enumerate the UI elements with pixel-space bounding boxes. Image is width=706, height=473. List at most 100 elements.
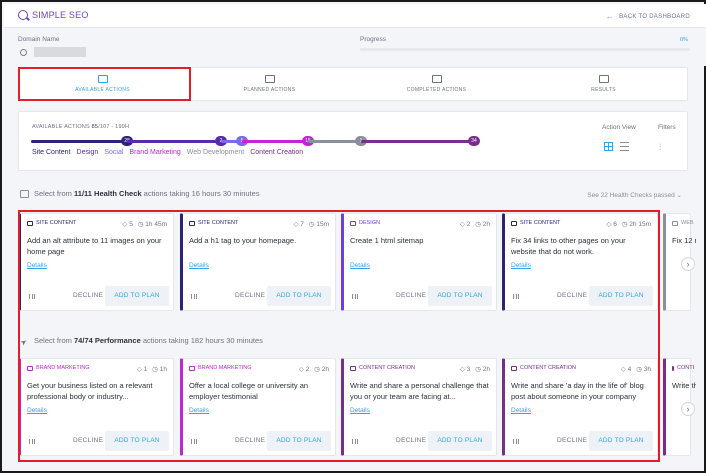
difficulty-bars-icon	[191, 439, 197, 444]
card-category-label: DESIGN	[359, 220, 381, 226]
track-count-badge: 34	[468, 136, 480, 146]
action-card[interactable]: BRAND MARKETING Get your business listed …	[18, 358, 174, 456]
card-points: ◇ 1	[136, 366, 148, 373]
details-link[interactable]: Details	[189, 407, 209, 414]
available-actions-summary: AVAILABLE ACTIONS 85/107 - 199H	[32, 124, 130, 130]
card-category: CONTENT CREATION	[511, 365, 576, 371]
action-card[interactable]: SITE CONTENT Fix 34 links to other pages …	[502, 213, 658, 311]
performance-next-arrow[interactable]: ›	[681, 402, 695, 416]
decline-button[interactable]: DECLINE	[557, 292, 587, 299]
add-to-plan-button[interactable]: ADD TO PLAN	[105, 286, 169, 306]
difficulty-bars-icon	[352, 439, 358, 444]
decline-button[interactable]: DECLINE	[235, 292, 265, 299]
category-icon	[672, 220, 678, 226]
tab-icon	[598, 75, 609, 83]
tab-planned-actions[interactable]: PLANNED ACTIONS	[186, 68, 353, 100]
card-points: ◇ 5	[122, 221, 133, 228]
action-card[interactable]: BRAND MARKETING Offer a local college or …	[180, 358, 336, 456]
action-card[interactable]: CONTENT CREATION Write and share a person…	[341, 358, 497, 456]
card-meta: ◇ 6 ◷ 2h 15m	[606, 220, 651, 228]
category-link[interactable]: Web Development	[187, 149, 244, 156]
details-link[interactable]: Details	[350, 407, 370, 414]
decline-button[interactable]: DECLINE	[235, 437, 265, 444]
card-title: Add a h1 tag to your homepage.	[189, 236, 297, 245]
card-points: ◇ 7	[293, 221, 304, 228]
category-icon	[27, 220, 33, 226]
grid-view-icon[interactable]	[604, 142, 613, 151]
card-category-label: BRAND MARKETING	[36, 365, 90, 371]
tab-icon	[264, 75, 275, 83]
card-title: Add an alt attribute to 11 images on you…	[27, 236, 162, 256]
category-link[interactable]: Social	[104, 149, 123, 156]
category-icon	[189, 220, 195, 226]
decline-button[interactable]: DECLINE	[396, 437, 426, 444]
card-category: SITE CONTENT	[511, 220, 560, 226]
decline-button[interactable]: DECLINE	[73, 292, 103, 299]
category-link[interactable]: Site Content	[32, 149, 71, 156]
track-segment	[361, 140, 474, 143]
card-points: ◇ 4	[620, 366, 632, 373]
details-link[interactable]: Details	[350, 262, 370, 269]
decline-button[interactable]: DECLINE	[396, 292, 426, 299]
add-to-plan-button[interactable]: ADD TO PLAN	[105, 431, 169, 451]
tab-available-actions[interactable]: AVAILABLE ACTIONS	[19, 68, 186, 100]
card-category-label: CONTE	[677, 365, 694, 371]
details-link[interactable]: Details	[27, 262, 47, 269]
category-link[interactable]: Content Creation	[250, 149, 303, 156]
card-category: BRAND MARKETING	[27, 365, 89, 371]
add-to-plan-button[interactable]: ADD TO PLAN	[267, 431, 331, 451]
category-legend: Site Content Design Social Brand Marketing W…	[32, 149, 303, 156]
tab-label: AVAILABLE ACTIONS	[75, 87, 130, 93]
card-title: Write the t	[672, 381, 696, 390]
card-time: ◷ 2h	[314, 366, 329, 373]
performance-heading: ➤ Select from 74/74 Performance actions …	[18, 336, 263, 348]
decline-button[interactable]: DECLINE	[73, 437, 103, 444]
details-link[interactable]: Details	[189, 262, 209, 269]
difficulty-bars-icon	[191, 294, 197, 299]
card-points: ◇ 3	[459, 366, 471, 373]
card-title: Write and share 'a day in the life of' b…	[511, 381, 644, 401]
actions-summary-panel: AVAILABLE ACTIONS 85/107 - 199H 28251513…	[18, 111, 688, 171]
action-card[interactable]: DESIGN Create 1 html sitemap ◇ 2 ◷ 2h Detail…	[341, 213, 497, 311]
list-view-icon[interactable]	[620, 142, 629, 151]
card-points: ◇ 2	[298, 366, 310, 373]
progress-label: Progress	[360, 36, 387, 43]
action-card[interactable]: SITE CONTENT Add an alt attribute to 11 i…	[18, 213, 174, 311]
card-time: ◷ 3h	[636, 366, 651, 373]
add-to-plan-button[interactable]: ADD TO PLAN	[428, 286, 492, 306]
decline-button[interactable]: DECLINE	[557, 437, 587, 444]
back-to-dashboard-link[interactable]: ← BACK TO DASHBOARD	[606, 12, 690, 21]
category-icon	[672, 365, 674, 371]
action-card[interactable]: CONTENT CREATION Write and share 'a day i…	[502, 358, 658, 456]
filters-sliders-icon[interactable]: ⫶	[659, 142, 669, 152]
category-link[interactable]: Brand Marketing	[129, 149, 180, 156]
card-meta: ◇ 2 ◷ 2h	[460, 220, 490, 228]
details-link[interactable]: Details	[27, 407, 47, 414]
top-bar: SIMPLE SEO ← BACK TO DASHBOARD	[4, 4, 706, 28]
app-logo[interactable]: SIMPLE SEO	[18, 10, 89, 20]
card-category-label: WEB	[681, 220, 694, 226]
tab-label: COMPLETED ACTIONS	[406, 87, 467, 93]
card-meta: ◇ 5 ◷ 1h 45m	[122, 220, 167, 228]
see-health-checks-passed-link[interactable]: See 22 Health Checks passed ⌄	[587, 191, 682, 199]
category-link[interactable]: Design	[77, 149, 99, 156]
domain-value-redacted	[34, 47, 86, 57]
card-time: ◷ 2h	[475, 366, 490, 373]
category-icon	[350, 220, 356, 226]
details-link[interactable]: Details	[511, 407, 531, 414]
tab-completed-actions[interactable]: COMPLETED ACTIONS	[353, 68, 520, 100]
add-to-plan-button[interactable]: ADD TO PLAN	[589, 431, 653, 451]
details-link[interactable]: Details	[511, 262, 531, 269]
tab-results[interactable]: RESULTS	[520, 68, 687, 100]
domain-label: Domain Name	[18, 36, 60, 43]
category-icon	[189, 365, 195, 371]
action-card[interactable]: SITE CONTENT Add a h1 tag to your homepag…	[180, 213, 336, 311]
arrow-left-icon: ←	[605, 12, 615, 21]
card-meta: ◇ 3 ◷ 2h	[460, 365, 490, 373]
health-next-arrow[interactable]: ›	[681, 257, 695, 271]
add-to-plan-button[interactable]: ADD TO PLAN	[589, 286, 653, 306]
app-frame: SIMPLE SEO ← BACK TO DASHBOARD Domain Na…	[0, 0, 706, 473]
add-to-plan-button[interactable]: ADD TO PLAN	[428, 431, 492, 451]
add-to-plan-button[interactable]: ADD TO PLAN	[267, 286, 331, 306]
card-category-label: CONTENT CREATION	[359, 365, 416, 371]
